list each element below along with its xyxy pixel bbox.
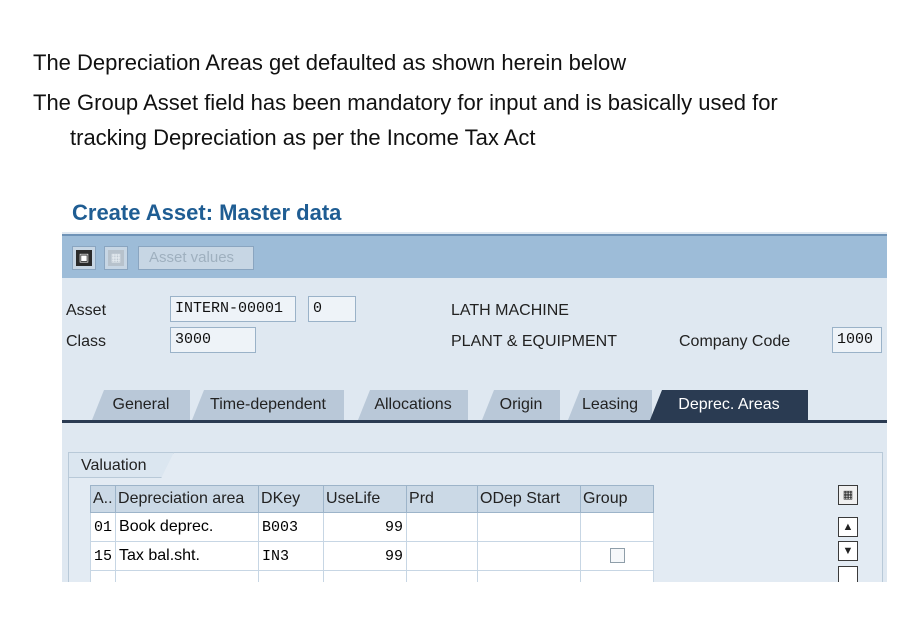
prd-cell[interactable] bbox=[406, 541, 479, 571]
tab-leasing[interactable]: Leasing bbox=[568, 390, 652, 420]
col-dkey-header[interactable]: DKey bbox=[258, 485, 325, 513]
group-checkbox[interactable] bbox=[609, 548, 625, 564]
window-title: Create Asset: Master data bbox=[72, 200, 342, 226]
sap-create-asset-window: Create Asset: Master data ▣ ▦ Asset valu… bbox=[62, 196, 887, 582]
col-depreciation-area-header[interactable]: Depreciation area bbox=[115, 485, 260, 513]
scroll-up-icon: ▲ bbox=[842, 521, 854, 533]
asset-description: LATH MACHINE bbox=[451, 302, 569, 319]
scrollbar-track[interactable] bbox=[838, 566, 858, 582]
empty-cell bbox=[580, 570, 655, 582]
uselife-cell[interactable]: 99 bbox=[323, 512, 408, 542]
col-odep-start-header[interactable]: ODep Start bbox=[477, 485, 582, 513]
class-description: PLANT & EQUIPMENT bbox=[451, 333, 617, 350]
tab-allocations[interactable]: Allocations bbox=[358, 390, 468, 420]
uselife-cell[interactable]: 99 bbox=[323, 541, 408, 571]
col-uselife-header[interactable]: UseLife bbox=[323, 485, 408, 513]
tab-time-dependent[interactable]: Time-dependent bbox=[192, 390, 344, 420]
scroll-down-button[interactable]: ▼ bbox=[838, 541, 858, 561]
col-area-header[interactable]: A.. bbox=[89, 485, 117, 513]
empty-cell bbox=[258, 570, 325, 582]
application-toolbar: ▣ ▦ Asset values bbox=[62, 234, 887, 278]
scroll-up-button[interactable]: ▲ bbox=[838, 517, 858, 537]
group-cell bbox=[580, 541, 655, 571]
save-icon: ▣ bbox=[76, 250, 92, 266]
asset-number-field[interactable]: INTERN-00001 bbox=[170, 296, 296, 322]
asset-label: Asset bbox=[66, 302, 107, 319]
empty-cell bbox=[477, 570, 582, 582]
dkey-cell[interactable]: IN3 bbox=[258, 541, 325, 571]
scroll-down-icon: ▼ bbox=[842, 545, 854, 557]
slide-text-line-2: The Group Asset field has been mandatory… bbox=[33, 90, 778, 115]
table-settings-icon: ▦ bbox=[842, 489, 854, 501]
prd-cell[interactable] bbox=[406, 512, 479, 542]
table-row: 15 Tax bal.sht. IN3 99 bbox=[89, 541, 655, 571]
details-icon: ▦ bbox=[108, 250, 124, 266]
details-button[interactable]: ▦ bbox=[104, 246, 128, 270]
dkey-cell[interactable]: B003 bbox=[258, 512, 325, 542]
table-header-row: A.. Depreciation area DKey UseLife Prd O… bbox=[89, 485, 655, 513]
table-row bbox=[89, 570, 655, 582]
col-group-header[interactable]: Group bbox=[580, 485, 655, 513]
table-row: 01 Book deprec. B003 99 bbox=[89, 512, 655, 542]
company-code-label: Company Code bbox=[679, 333, 791, 350]
class-field[interactable]: 3000 bbox=[170, 327, 256, 353]
class-label: Class bbox=[66, 333, 107, 350]
asset-subnumber-field[interactable]: 0 bbox=[308, 296, 356, 322]
empty-cell bbox=[89, 570, 117, 582]
odep-start-cell[interactable] bbox=[477, 512, 582, 542]
area-number-cell: 01 bbox=[89, 512, 117, 542]
slide-text-line-2-continued: tracking Depreciation as per the Income … bbox=[70, 125, 536, 150]
depreciation-areas-table: A.. Depreciation area DKey UseLife Prd O… bbox=[89, 485, 655, 582]
empty-cell bbox=[115, 570, 260, 582]
area-name-cell: Tax bal.sht. bbox=[115, 541, 260, 571]
area-number-cell: 15 bbox=[89, 541, 117, 571]
group-cell bbox=[580, 512, 655, 542]
empty-cell bbox=[323, 570, 408, 582]
slide-text-line-1: The Depreciation Areas get defaulted as … bbox=[33, 50, 627, 75]
tab-origin[interactable]: Origin bbox=[482, 390, 560, 420]
col-prd-header[interactable]: Prd bbox=[406, 485, 479, 513]
tab-strip: General Time-dependent Allocations Origi… bbox=[62, 390, 887, 422]
area-name-cell: Book deprec. bbox=[115, 512, 260, 542]
save-button[interactable]: ▣ bbox=[72, 246, 96, 270]
tab-underline bbox=[62, 420, 887, 423]
asset-values-button[interactable]: Asset values bbox=[138, 246, 254, 270]
empty-cell bbox=[406, 570, 479, 582]
asset-values-label: Asset values bbox=[149, 249, 235, 266]
odep-start-cell[interactable] bbox=[477, 541, 582, 571]
valuation-group-title: Valuation bbox=[68, 452, 174, 478]
table-settings-button[interactable]: ▦ bbox=[838, 485, 858, 505]
tab-deprec-areas[interactable]: Deprec. Areas bbox=[650, 390, 808, 420]
tab-general[interactable]: General bbox=[92, 390, 190, 420]
company-code-field[interactable]: 1000 bbox=[832, 327, 882, 353]
